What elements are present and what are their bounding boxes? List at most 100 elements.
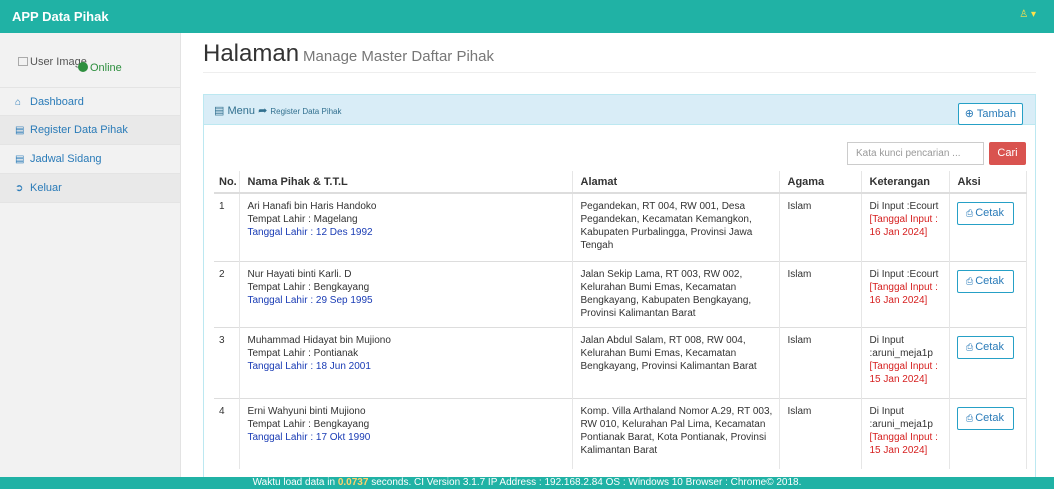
column-header: Alamat (572, 171, 780, 194)
add-button-label: Tambah (976, 108, 1016, 120)
broken-image-icon (18, 57, 28, 66)
action-cell: ⎙ Cetak (949, 397, 1027, 469)
user-icon: ♙ (1019, 9, 1029, 20)
column-header: No. (214, 171, 240, 194)
page-title: Halaman (203, 40, 300, 67)
row-number: 3 (214, 326, 240, 398)
search-button[interactable]: Cari (989, 142, 1026, 165)
birth-place: Tempat Lahir : Magelang (247, 214, 358, 225)
party-name: Nur Hayati binti Karli. D (247, 268, 352, 280)
note-cell: Di Input :Ecourt [Tanggal Input : 16 Jan … (861, 260, 950, 327)
input-source: Di Input :aruni_meja1p (869, 334, 933, 359)
breadcrumb-menu[interactable]: Menu (227, 105, 255, 117)
religion-cell: Islam (779, 192, 862, 261)
note-cell: Di Input :aruni_meja1p [Tanggal Input : 1… (861, 397, 950, 469)
menu-icon: ▤ (214, 105, 225, 117)
party-name: Ari Hanafi bin Haris Handoko (247, 201, 377, 212)
party-name: Erni Wahyuni binti Mujiono (247, 405, 366, 417)
home-icon: ⌂ (15, 97, 22, 108)
birth-place: Tempat Lahir : Bengkayang (247, 418, 370, 430)
page-header: Halaman Manage Master Daftar Pihak (203, 40, 494, 68)
table-row: 3 Muhammad Hidayat bin Mujiono Tempat Lah… (214, 326, 1027, 398)
input-date: [Tanggal Input : 16 Jan 2024] (869, 281, 938, 306)
sidebar-item-register-data-pihak[interactable]: ▤ Register Data Pihak (0, 116, 180, 145)
row-number: 1 (214, 192, 240, 261)
religion-cell: Islam (779, 326, 862, 398)
print-button[interactable]: ⎙ Cetak (956, 406, 1014, 430)
sidebar: User Image Online ⌂ Dashboard ▤ Register D… (0, 33, 181, 478)
data-table: No. Nama Pihak & T.T.L Alamat Agama Kete… (214, 171, 1027, 469)
print-button[interactable]: ⎙ Cetak (956, 269, 1014, 293)
party-cell: Erni Wahyuni binti Mujiono Tempat Lahir :… (239, 397, 573, 469)
party-cell: Ari Hanafi bin Haris Handoko Tempat Lahir… (239, 192, 573, 261)
share-arrow-icon: ➦ (258, 105, 268, 117)
print-label: Cetak (975, 411, 1004, 424)
user-panel: User Image Online (0, 33, 180, 87)
input-date: [Tanggal Input : 15 Jan 2024] (869, 431, 938, 456)
print-label: Cetak (975, 274, 1004, 287)
content-panel: ▤ Menu ➦ Register Data Pihak ⊕ Tambah Ka… (203, 94, 1036, 478)
party-cell: Nur Hayati binti Karli. D Tempat Lahir : … (239, 260, 573, 327)
address-cell: Komp. Villa Arthaland Nomor A.29, RT 003… (572, 397, 780, 469)
chevron-down-icon: ▾ (1030, 9, 1036, 20)
column-header: Aksi (949, 171, 1027, 194)
list-icon: ▤ (15, 125, 25, 136)
table-row: 1 Ari Hanafi bin Haris Handoko Tempat Lah… (214, 192, 1027, 261)
action-cell: ⎙ Cetak (949, 326, 1027, 398)
sidebar-item-label: Jadwal Sidang (30, 153, 102, 165)
footer-load-time: 0.0737 (337, 477, 369, 488)
sidebar-item-dashboard[interactable]: ⌂ Dashboard (0, 87, 180, 116)
input-date: [Tanggal Input : 15 Jan 2024] (869, 360, 938, 385)
sidebar-item-label: Keluar (30, 182, 62, 194)
print-label: Cetak (975, 340, 1004, 353)
row-number: 2 (214, 260, 240, 327)
online-label: Online (90, 62, 122, 74)
action-cell: ⎙ Cetak (949, 192, 1027, 261)
print-button[interactable]: ⎙ Cetak (956, 335, 1014, 359)
note-cell: Di Input :aruni_meja1p [Tanggal Input : 1… (861, 326, 950, 398)
user-image: User Image (18, 56, 87, 68)
address-cell: Pegandekan, RT 004, RW 001, Desa Pegande… (572, 192, 780, 261)
breadcrumb-current[interactable]: Register Data Pihak (270, 107, 341, 116)
add-button[interactable]: ⊕ Tambah (957, 103, 1023, 125)
input-source: Di Input :Ecourt (869, 201, 939, 212)
footer-bar: Waktu load data in 0.0737 seconds. CI Ve… (0, 477, 1054, 489)
footer-pre: Waktu load data in (252, 477, 338, 488)
address-cell: Jalan Abdul Salam, RT 008, RW 004, Kelur… (572, 326, 780, 398)
address-cell: Jalan Sekip Lama, RT 003, RW 002, Kelura… (572, 260, 780, 327)
note-cell: Di Input :Ecourt [Tanggal Input : 16 Jan … (861, 192, 950, 261)
print-label: Cetak (975, 207, 1004, 219)
sidebar-item-label: Dashboard (30, 96, 84, 108)
party-cell: Muhammad Hidayat bin Mujiono Tempat Lahir… (239, 326, 573, 398)
row-number: 4 (214, 397, 240, 469)
print-icon: ⎙ (966, 341, 974, 352)
religion-cell: Islam (779, 260, 862, 327)
table-row: 2 Nur Hayati binti Karli. D Tempat Lahir … (214, 260, 1027, 327)
column-header: Keterangan (861, 171, 950, 194)
birth-date: Tanggal Lahir : 12 Des 1992 (247, 227, 373, 238)
sidebar-item-jadwal-sidang[interactable]: ▤ Jadwal Sidang (0, 145, 180, 174)
header-divider (203, 72, 1036, 73)
panel-header: ▤ Menu ➦ Register Data Pihak ⊕ Tambah (204, 95, 1035, 125)
birth-place: Tempat Lahir : Pontianak (247, 347, 359, 359)
birth-date: Tanggal Lahir : 18 Jun 2001 (247, 360, 371, 372)
print-icon: ⎙ (966, 208, 974, 218)
birth-date: Tanggal Lahir : 29 Sep 1995 (247, 294, 373, 306)
input-source: Di Input :aruni_meja1p (869, 405, 933, 430)
action-cell: ⎙ Cetak (949, 260, 1027, 327)
online-dot-icon (78, 62, 88, 72)
print-button[interactable]: ⎙ Cetak (956, 202, 1014, 225)
print-icon: ⎙ (966, 275, 974, 286)
top-navbar: APP Data Pihak ♙ ▾ (0, 0, 1054, 33)
column-header: Nama Pihak & T.T.L (239, 171, 573, 194)
app-brand[interactable]: APP Data Pihak (12, 9, 109, 24)
user-menu-toggle[interactable]: ♙ ▾ (1019, 9, 1036, 20)
logout-icon: ➲ (15, 183, 24, 194)
table-row: 4 Erni Wahyuni binti Mujiono Tempat Lahir… (214, 397, 1027, 469)
birth-date: Tanggal Lahir : 17 Okt 1990 (247, 431, 371, 443)
religion-cell: Islam (779, 397, 862, 469)
print-icon: ⎙ (966, 412, 974, 423)
birth-place: Tempat Lahir : Bengkayang (247, 281, 370, 293)
search-input[interactable]: Kata kunci pencarian ... (847, 142, 984, 165)
sidebar-item-keluar[interactable]: ➲ Keluar (0, 174, 180, 203)
